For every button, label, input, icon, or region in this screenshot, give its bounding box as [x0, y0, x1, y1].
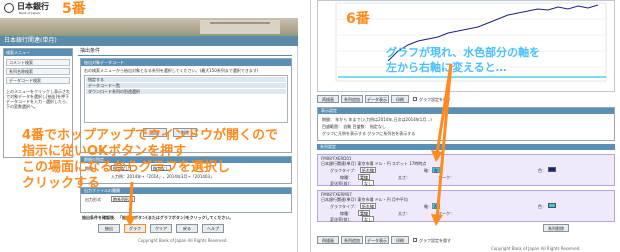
code-list[interactable]: 指定する データコード一覧 ダウンロード系列の別途選択	[84, 75, 288, 123]
chart-area: 6番 グラフが現れ、水色部分の軸を 左から右軸に変えると…	[317, 0, 615, 92]
change-rate-label: 変化率(前)：	[330, 181, 354, 186]
list-header: 抽出対象データコード	[81, 59, 291, 66]
list-item-text: データコード一覧	[88, 83, 120, 88]
list-item-text: 指定する	[88, 77, 104, 82]
building-banner	[0, 18, 298, 36]
callout-line: この場面になるからグラフを選択し	[22, 160, 231, 175]
list-note: 右の検索メニューから抽出対象となる系列を選択してください。(最大150系列まで選…	[84, 68, 259, 73]
sidebar-note-line: 下の変数選択へ。	[6, 104, 38, 109]
boj-logo-icon	[4, 3, 14, 13]
graph-type-select[interactable]: 折れ線	[360, 203, 376, 209]
sidebar-item-series-name[interactable]: 系列名称検索	[6, 68, 70, 75]
sidebar-item-label: 系列名称検索	[9, 69, 33, 74]
graph-type-label: グラフタイプ：	[330, 168, 358, 173]
left-copyright: Copyright Bank of Japan All Rights Reser…	[138, 238, 228, 243]
tab-redraw-bottom[interactable]: 再描画	[317, 236, 339, 244]
sidebar-item-label: コメント検索	[9, 60, 33, 65]
blue-caption-line: グラフが現れ、水色部分の軸を	[386, 46, 541, 59]
right-copyright: Copyright Bank of Japan All Rights Reser…	[491, 246, 581, 251]
sidebar-title-text: 検索メニュー	[6, 50, 30, 55]
sidebar-item-comment[interactable]: コメント検索	[6, 59, 70, 66]
sidebar-item-label: データコード検索	[9, 78, 41, 83]
step-6-label: 6番	[346, 11, 370, 27]
hide-settings-checkbox[interactable]	[413, 97, 417, 101]
blue-caption-line: 左から右軸に変えると…	[386, 61, 507, 74]
change-rate-label: 変化率(前)：	[330, 217, 354, 222]
color-label: 色：	[538, 204, 546, 209]
help-button[interactable]: ヘルプ	[202, 224, 224, 233]
series-desc: 日本銀行関連(単月) 東京市場 ドル・円 スポット 17時時点	[321, 161, 427, 166]
display-settings-header: 表示設定	[318, 108, 614, 114]
page-title: 日本銀行関連(単月)	[4, 37, 57, 44]
clear-button[interactable]: クリア	[150, 224, 172, 233]
back-button[interactable]: 戻る	[176, 224, 198, 233]
series-block-2: FM08'FXERM07 日本銀行関連(単月) 東京市場 ドル・円 月中平均 グ…	[317, 190, 615, 222]
series-settings: 系列設定 FM08'FXERD01 日本銀行関連(単月) 東京市場 ドル・円 ス…	[317, 144, 615, 236]
list-item[interactable]: 指定する	[86, 77, 286, 82]
bottom-tabs: 再描画 系列追加 データ表示 印刷 グラフ設定を隠す	[317, 236, 615, 245]
callout-line: 4番でホップアップでウインドウが開くので	[22, 128, 279, 143]
series-settings-header: 系列設定	[317, 144, 615, 150]
callout-line: 指示に従いOKボタンを押す	[22, 144, 187, 159]
main-title: 抽出条件	[80, 48, 101, 54]
list-header-text: 抽出対象データコード	[84, 60, 124, 65]
arrow-down-icon	[124, 181, 136, 226]
series-desc: 日本銀行関連(単月) 東京市場 ドル・円 月中平均	[321, 197, 408, 202]
change-rate-select[interactable]: なし	[362, 216, 374, 222]
tab-data-view-bottom[interactable]: データ表示	[365, 236, 389, 244]
tab-redraw[interactable]: 再描画	[317, 95, 339, 103]
sidebar-item-data-code[interactable]: データコード検索	[6, 77, 70, 84]
tab-data-view[interactable]: データ表示	[365, 95, 389, 103]
left-logo-area: 日本銀行 Bank of Japan 5番	[0, 0, 298, 18]
left-header-bar: 日本銀行関連(単月)	[0, 36, 298, 46]
arrow-down-icon	[431, 63, 453, 226]
delete-series-button[interactable]: 系列削除	[543, 224, 569, 232]
graph-type-select[interactable]: 折れ線	[360, 167, 376, 173]
period-row: 期間： 年から 年まで(入力例は2014年,日次は2014年1月…)	[322, 117, 432, 122]
line-width-label: 太さ：	[398, 175, 410, 180]
tab-add-series[interactable]: 系列追加	[341, 95, 363, 103]
list-item[interactable]: ダウンロード系列の別途選択	[86, 89, 286, 94]
series-block-1: FM08'FXERD01 日本銀行関連(単月) 東京市場 ドル・円 スポット 1…	[317, 154, 615, 186]
axis-row: 目盛範囲： 自動 目盛数： 指定なし	[322, 124, 386, 129]
tab-print[interactable]: 印刷	[391, 95, 409, 103]
color-label: 色：	[538, 168, 546, 173]
list-item[interactable]: データコード一覧	[86, 83, 286, 88]
color-swatch[interactable]	[548, 203, 556, 208]
graph-type-label: グラフタイプ：	[330, 204, 358, 209]
chart-tabs: 再描画 系列追加 データ表示 印刷 グラフ設定を隠す	[317, 95, 615, 104]
legend-row: グラフに凡例を表示する グラフに系列名を表示する	[322, 131, 416, 136]
output-label: 出力形式	[85, 197, 101, 202]
line-type-label: 線種：	[340, 211, 352, 216]
hide-settings-label: グラフ設定を隠す	[419, 238, 451, 243]
step-5-label: 5番	[62, 1, 86, 17]
tab-print-bottom[interactable]: 印刷	[391, 236, 409, 244]
color-swatch[interactable]	[548, 167, 556, 172]
display-settings-title: 表示設定	[321, 108, 337, 113]
boj-logo-text: 日本銀行	[17, 2, 49, 11]
series-settings-title: 系列設定	[320, 144, 336, 149]
sidebar-note: 上のメニューをクリックし表示された画面 で対象データを選択し[抽出]を押下し デ…	[6, 89, 70, 109]
list-item-text: ダウンロード系列の別途選択	[88, 89, 140, 94]
change-rate-select[interactable]: なし	[362, 180, 374, 186]
display-settings: 表示設定 期間： 年から 年まで(入力例は2014年,日次は2014年1月…) …	[317, 107, 615, 141]
sidebar-title: 検索メニュー	[4, 49, 72, 56]
hide-settings-checkbox[interactable]	[413, 238, 417, 242]
right-screenshot: 6番 グラフが現れ、水色部分の軸を 左から右軸に変えると… 再描画 系列追加 デ…	[310, 0, 620, 252]
tab-add-series-bottom[interactable]: 系列追加	[341, 236, 363, 244]
line-width-label: 太さ：	[398, 211, 410, 216]
main-title-rule	[78, 55, 292, 56]
boj-logo-sub: Bank of Japan	[19, 11, 40, 15]
line-type-label: 線種：	[340, 175, 352, 180]
left-screenshot: 日本銀行 Bank of Japan 5番 日本銀行関連(単月) 検索メニュー …	[0, 0, 298, 252]
blue-caption: グラフが現れ、水色部分の軸を 左から右軸に変えると…	[386, 45, 540, 75]
